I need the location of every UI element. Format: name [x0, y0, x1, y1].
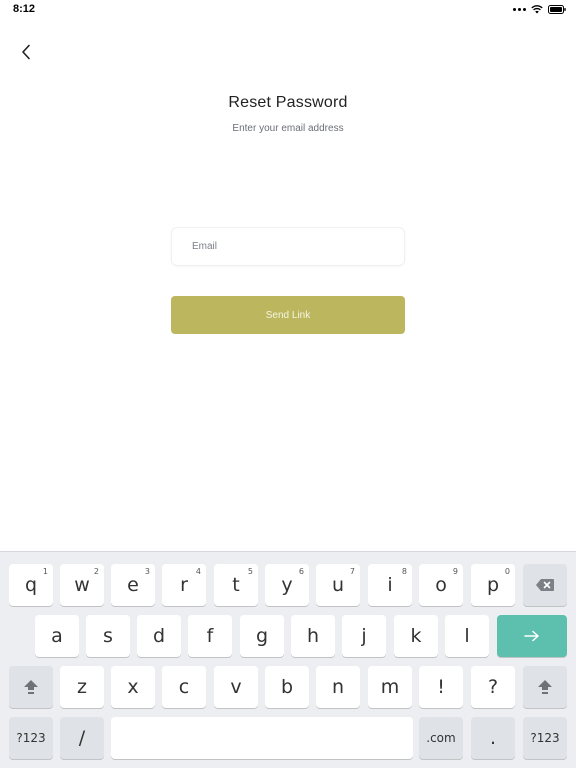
onscreen-keyboard: q1 w2 e3 r4 t5 y6 u7 i8 o9 p0 a s d f g …	[0, 551, 576, 768]
key-n[interactable]: n	[316, 666, 360, 708]
numbers-key-left[interactable]: ?123	[9, 717, 53, 759]
key-j[interactable]: j	[342, 615, 386, 657]
go-key[interactable]	[497, 615, 567, 657]
space-key[interactable]	[111, 717, 413, 759]
send-link-button[interactable]: Send Link	[171, 296, 405, 334]
key-m[interactable]: m	[368, 666, 412, 708]
arrow-right-icon	[524, 630, 539, 642]
key-y[interactable]: y6	[265, 564, 309, 606]
email-field[interactable]	[171, 227, 405, 266]
dot-key[interactable]: .	[471, 717, 515, 759]
key-g[interactable]: g	[240, 615, 284, 657]
back-button[interactable]	[14, 40, 38, 64]
status-time: 8:12	[13, 3, 36, 15]
page-subtitle: Enter your email address	[232, 123, 344, 134]
key-k[interactable]: k	[394, 615, 438, 657]
key-d[interactable]: d	[137, 615, 181, 657]
shift-icon	[538, 680, 552, 694]
key-f[interactable]: f	[188, 615, 232, 657]
key-o[interactable]: o9	[419, 564, 463, 606]
status-bar: 8:12	[0, 0, 576, 20]
key-r[interactable]: r4	[162, 564, 206, 606]
key-c[interactable]: c	[162, 666, 206, 708]
key-q[interactable]: q1	[9, 564, 53, 606]
key-x[interactable]: x	[111, 666, 155, 708]
numbers-key-right[interactable]: ?123	[523, 717, 567, 759]
wifi-icon	[531, 5, 543, 14]
slash-key[interactable]: /	[60, 717, 104, 759]
battery-icon	[548, 4, 566, 14]
key-v[interactable]: v	[214, 666, 258, 708]
key-l[interactable]: l	[445, 615, 489, 657]
key-h[interactable]: h	[291, 615, 335, 657]
key-u[interactable]: u7	[316, 564, 360, 606]
key-t[interactable]: t5	[214, 564, 258, 606]
key-z[interactable]: z	[60, 666, 104, 708]
key-e[interactable]: e3	[111, 564, 155, 606]
key-s[interactable]: s	[86, 615, 130, 657]
key-w[interactable]: w2	[60, 564, 104, 606]
email-input[interactable]	[172, 228, 404, 265]
shift-key-left[interactable]	[9, 666, 53, 708]
dotcom-key[interactable]: .com	[419, 717, 463, 759]
backspace-icon	[536, 579, 554, 591]
key-question[interactable]: ?	[471, 666, 515, 708]
shift-key-right[interactable]	[523, 666, 567, 708]
key-p[interactable]: p0	[471, 564, 515, 606]
shift-icon	[24, 680, 38, 694]
chevron-left-icon	[22, 44, 30, 60]
more-dots-icon	[513, 7, 526, 11]
key-i[interactable]: i8	[368, 564, 412, 606]
page-title: Reset Password	[228, 94, 348, 111]
backspace-key[interactable]	[523, 564, 567, 606]
key-b[interactable]: b	[265, 666, 309, 708]
status-icons	[513, 4, 566, 14]
key-a[interactable]: a	[35, 615, 79, 657]
key-exclamation[interactable]: !	[419, 666, 463, 708]
